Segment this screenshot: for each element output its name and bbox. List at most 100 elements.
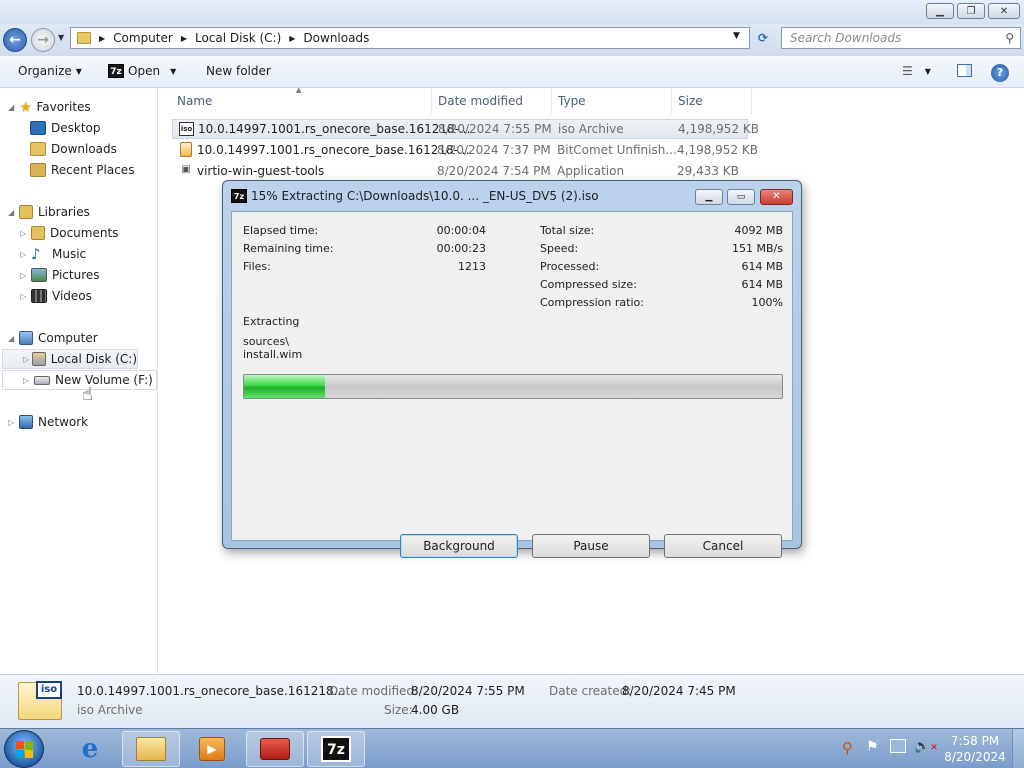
close-icon: ✕ <box>772 191 781 202</box>
nav-music[interactable]: ▷ ♪ Music <box>0 244 157 264</box>
taskbar-windows-explorer[interactable] <box>122 731 180 767</box>
dialog-maximize-button[interactable]: ▭ <box>727 189 755 205</box>
breadcrumb-separator-icon: ▶ <box>180 33 187 43</box>
nav-network[interactable]: ▷ Network <box>0 412 157 432</box>
column-header-type[interactable]: Type <box>552 88 672 114</box>
extraction-dialog: 7z 15% Extracting C:\Downloads\10.0. ...… <box>222 180 802 558</box>
expand-arrow-icon[interactable]: ▷ <box>8 418 16 427</box>
nav-videos[interactable]: ▷ Videos <box>0 286 157 306</box>
expand-arrow-icon[interactable]: ◢ <box>8 334 16 343</box>
nav-downloads[interactable]: Downloads <box>0 139 157 159</box>
extracting-label: Extracting <box>243 315 300 328</box>
expand-arrow-icon[interactable]: ◢ <box>8 103 16 112</box>
breadcrumb-computer[interactable]: Computer <box>113 31 173 45</box>
nav-new-volume[interactable]: ▷ New Volume (F:) <box>2 370 157 390</box>
expand-arrow-icon[interactable]: ▷ <box>23 355 29 364</box>
network-tray-icon[interactable] <box>890 739 906 753</box>
nav-computer[interactable]: ◢ Computer <box>0 328 157 348</box>
forward-button[interactable]: → <box>31 28 55 52</box>
sort-arrow-icon: ▲ <box>296 86 302 94</box>
preview-pane-button[interactable] <box>957 64 972 77</box>
expand-arrow-icon[interactable]: ▷ <box>23 376 31 385</box>
search-box[interactable]: Search Downloads ⚲ <box>781 27 1021 49</box>
expand-arrow-icon[interactable]: ▷ <box>20 292 28 301</box>
search-input[interactable]: Search Downloads <box>790 31 1005 45</box>
computer-icon <box>19 331 33 345</box>
dialog-close-button[interactable]: ✕ <box>760 189 793 205</box>
help-button[interactable]: ? <box>991 64 1009 82</box>
nav-label: Recent Places <box>51 163 135 177</box>
new-folder-button[interactable]: New folder <box>206 64 271 78</box>
clock-time: 7:58 PM <box>950 734 1000 748</box>
minimize-icon: ▁ <box>705 192 713 202</box>
breadcrumb-downloads[interactable]: Downloads <box>303 31 369 45</box>
expand-arrow-icon[interactable]: ▷ <box>20 250 28 259</box>
downloads-folder-icon <box>30 142 46 156</box>
internet-explorer-icon: e <box>81 734 99 764</box>
remaining-value: 00:00:23 <box>436 242 486 255</box>
breadcrumb-separator-icon: ▶ <box>289 33 296 43</box>
taskbar-7zip[interactable]: 7z <box>307 731 365 767</box>
cancel-button[interactable]: Cancel <box>664 534 782 558</box>
maximize-icon: ▭ <box>736 192 746 202</box>
star-icon: ★ <box>19 98 33 116</box>
search-tray-icon[interactable]: ⚲ <box>842 739 853 757</box>
minimize-button[interactable]: ▁ <box>926 3 954 19</box>
speed-label: Speed: <box>540 242 579 255</box>
nav-label: Videos <box>52 289 92 303</box>
nav-local-disk[interactable]: ▷ Local Disk (C:) <box>2 349 138 369</box>
expand-arrow-icon[interactable]: ◢ <box>8 208 16 217</box>
taskbar-toolbox-app[interactable] <box>246 731 304 767</box>
restore-button[interactable]: ❐ <box>957 3 985 19</box>
recent-places-icon <box>30 163 46 177</box>
refresh-button[interactable]: ⟳ <box>752 28 774 48</box>
address-dropdown-icon[interactable]: ▼ <box>733 31 740 41</box>
iso-archive-large-icon: iso <box>18 681 62 720</box>
nav-documents[interactable]: ▷ Documents <box>0 223 157 243</box>
expand-arrow-icon[interactable]: ▷ <box>20 229 28 238</box>
nav-recent-places[interactable]: Recent Places <box>0 160 157 180</box>
dialog-minimize-button[interactable]: ▁ <box>695 189 723 205</box>
recent-pages-dropdown[interactable]: ▼ <box>58 33 64 42</box>
organize-button[interactable]: Organize ▼ <box>18 64 82 78</box>
background-button[interactable]: Background <box>400 534 518 558</box>
details-size-label: Size: <box>384 703 413 717</box>
sevenzip-icon: 7z <box>231 189 247 203</box>
compressed-size-label: Compressed size: <box>540 278 637 291</box>
pause-button[interactable]: Pause <box>532 534 650 558</box>
media-player-icon: ▶ <box>199 737 225 761</box>
new-folder-label: New folder <box>206 64 271 78</box>
column-header-name[interactable]: Name <box>171 88 432 114</box>
address-field[interactable]: ▶ Computer ▶ Local Disk (C:) ▶ Downloads… <box>70 27 750 49</box>
back-button[interactable]: ← <box>3 28 27 52</box>
action-center-flag-icon[interactable]: ⚑ <box>866 739 879 755</box>
help-icon: ? <box>991 64 1009 82</box>
search-icon: ⚲ <box>1005 31 1014 45</box>
open-button[interactable]: 7z Open ▼ <box>108 64 176 78</box>
change-view-button[interactable]: ☰ ▼ <box>902 64 931 78</box>
system-clock[interactable]: 7:58 PM 8/20/2024 <box>944 734 1006 764</box>
column-header-date[interactable]: Date modified <box>432 88 552 114</box>
navigation-pane: ◢ ★ Favorites Desktop Downloads Recent P… <box>0 88 158 674</box>
nav-libraries[interactable]: ◢ Libraries <box>0 202 157 222</box>
nav-label: Local Disk (C:) <box>50 352 137 366</box>
nav-desktop[interactable]: Desktop <box>0 118 157 138</box>
nav-favorites[interactable]: ◢ ★ Favorites <box>0 97 157 117</box>
column-header-size[interactable]: Size <box>672 88 752 114</box>
taskbar-media-player[interactable]: ▶ <box>183 731 241 767</box>
close-button[interactable]: ✕ <box>988 3 1020 19</box>
show-desktop-button[interactable] <box>1012 729 1024 768</box>
nav-label: Music <box>52 247 87 261</box>
volume-muted-icon[interactable]: 🔈✕ <box>914 739 938 754</box>
expand-arrow-icon[interactable]: ▷ <box>20 271 28 280</box>
file-row[interactable]: 10.0.14997.1001.rs_onecore_base.161218-.… <box>172 140 758 160</box>
file-row[interactable]: iso 10.0.14997.1001.rs_onecore_base.1612… <box>172 119 759 139</box>
music-icon: ♪ <box>31 245 41 263</box>
file-row[interactable]: ▣ virtio-win-guest-tools 8/20/2024 7:54 … <box>172 161 748 181</box>
taskbar-internet-explorer[interactable]: e <box>61 731 119 767</box>
preview-pane-icon <box>957 64 972 77</box>
breadcrumb-local-disk[interactable]: Local Disk (C:) <box>195 31 281 45</box>
nav-pictures[interactable]: ▷ Pictures <box>0 265 157 285</box>
start-button[interactable] <box>4 730 44 768</box>
view-list-icon: ☰ <box>902 64 913 78</box>
